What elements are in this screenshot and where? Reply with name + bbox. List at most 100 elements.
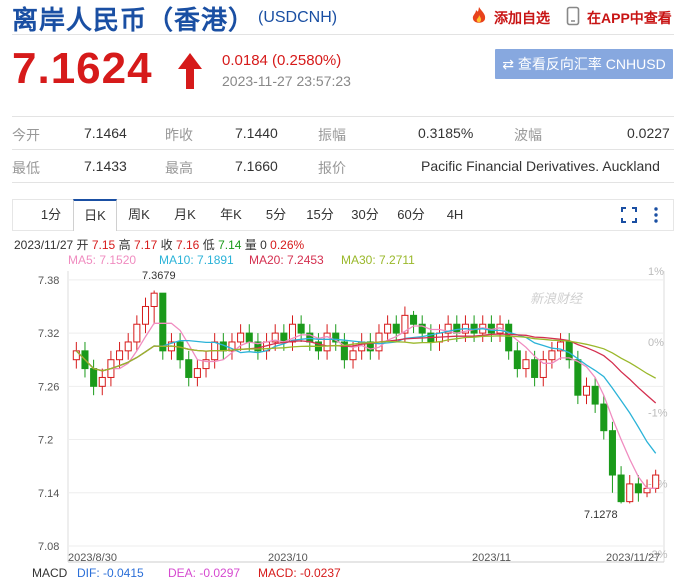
kline-pct: 0.26% — [270, 238, 305, 252]
candle-body — [582, 385, 591, 396]
max-price-label: 7.3679 — [142, 270, 176, 282]
candle-body — [150, 292, 158, 307]
wave-label: 波幅 — [514, 127, 542, 143]
candle-body — [634, 483, 642, 494]
stats-divider-mid — [12, 149, 674, 150]
flame-icon — [472, 7, 486, 23]
y-tick-label: 7.38 — [38, 275, 59, 287]
more-options-icon[interactable] — [653, 206, 659, 224]
candle-body — [176, 341, 184, 361]
candle-body — [185, 359, 193, 378]
kline-vol-label: 量 — [244, 238, 257, 252]
tab-60min[interactable]: 60分 — [391, 200, 431, 230]
candle-body — [349, 350, 357, 361]
candle-body — [237, 332, 245, 343]
candle-body — [522, 359, 530, 370]
min-price-label: 7.1278 — [584, 509, 618, 521]
candle-body — [513, 350, 521, 370]
tab-1min[interactable]: 1分 — [31, 200, 71, 230]
stats-divider-bottom — [12, 182, 674, 183]
tab-daily-k[interactable]: 日K — [73, 199, 117, 231]
pct-tick-label: -1% — [648, 408, 668, 420]
candle-body — [626, 483, 634, 503]
fullscreen-icon[interactable] — [621, 207, 637, 223]
quote-source-value: Pacific Financial Derivatives. Auckland — [421, 158, 660, 174]
swap-icon: ⇄ — [502, 56, 515, 72]
candle-body — [90, 368, 98, 387]
stats-divider-top — [12, 116, 674, 117]
candle-body — [392, 323, 400, 334]
high-value: 7.1660 — [235, 158, 278, 174]
kline-close-label: 收 — [160, 238, 173, 252]
low-value: 7.1433 — [84, 158, 127, 174]
candle-body — [652, 474, 660, 489]
tab-weekly-k[interactable]: 周K — [119, 200, 159, 230]
amplitude-value: 0.3185% — [418, 125, 474, 141]
candle-body — [116, 350, 124, 361]
reverse-rate-label: 查看反向汇率 CNHUSD — [517, 56, 666, 72]
candle-body — [608, 430, 616, 476]
wave-value: 0.0227 — [627, 125, 670, 141]
tab-monthly-k[interactable]: 月K — [165, 200, 205, 230]
macd-label: MACD — [32, 566, 68, 580]
page-title: 离岸人民币（香港） — [12, 5, 256, 35]
y-tick-label: 7.32 — [38, 328, 59, 340]
tab-5min[interactable]: 5分 — [257, 200, 295, 230]
reverse-rate-button[interactable]: ⇄ 查看反向汇率 CNHUSD — [495, 49, 673, 79]
candle-body — [591, 385, 599, 405]
tab-4h[interactable]: 4H — [437, 200, 473, 230]
kline-low-label: 低 — [202, 238, 215, 252]
y-tick-label: 7.2 — [38, 435, 53, 447]
y-tick-label: 7.14 — [38, 488, 59, 500]
tab-15min[interactable]: 15分 — [301, 200, 339, 230]
candle-body — [548, 350, 556, 361]
phone-icon — [566, 6, 580, 26]
pct-tick-label: 1% — [648, 266, 664, 278]
candle-body — [565, 341, 573, 361]
kline-vol: 0 — [260, 238, 267, 252]
candle-body — [643, 487, 651, 494]
candle-body — [600, 403, 608, 432]
kline-high: 7.17 — [133, 238, 158, 252]
tab-yearly-k[interactable]: 年K — [211, 200, 251, 230]
y-tick-label: 7.26 — [38, 381, 59, 393]
candle-body — [505, 323, 513, 352]
tab-30min[interactable]: 30分 — [345, 200, 385, 230]
symbol-code: (USDCNH) — [258, 9, 338, 26]
watermark: 新浪财经 — [530, 291, 584, 306]
candle-body — [98, 376, 106, 387]
period-tabs: 1分 日K 周K 月K 年K 5分 15分 30分 60分 4H — [12, 199, 674, 231]
candle-body — [193, 368, 201, 378]
candle-body — [159, 292, 167, 352]
kline-info: 2023/11/27 开 7.15 高 7.17 收 7.16 低 7.14 量… — [14, 236, 304, 253]
candle-body — [245, 332, 253, 343]
kline-open-label: 开 — [76, 238, 89, 252]
candle-body — [617, 474, 625, 503]
open-label: 今开 — [12, 127, 40, 143]
open-value: 7.1464 — [84, 125, 127, 141]
open-in-app-label: 在APP中查看 — [587, 10, 672, 26]
quote-source-label: 报价 — [318, 160, 346, 176]
kline-high-label: 高 — [118, 238, 131, 252]
x-tick-nov: 2023/11 — [472, 552, 511, 564]
kline-open: 7.15 — [91, 238, 116, 252]
price-change: 0.0184 (0.2580%) — [222, 52, 342, 69]
candlestick-chart[interactable]: 新浪财经 7.387.327.267.27.147.081%0%-1%-2%-3… — [0, 262, 685, 567]
macd-dea: DEA: -0.0297 — [168, 566, 241, 580]
macd-dif: DIF: -0.0415 — [77, 566, 144, 580]
header-divider — [12, 34, 674, 35]
candle-body — [531, 359, 539, 378]
candle-body — [384, 323, 392, 334]
macd-value: MACD: -0.0237 — [258, 566, 341, 580]
last-price: 7.1624 — [12, 44, 153, 93]
candle-body — [141, 305, 150, 325]
x-tick-start: 2023/8/30 — [68, 552, 117, 564]
candle-body — [323, 332, 331, 352]
kline-low: 7.14 — [218, 238, 242, 252]
x-tick-oct: 2023/10 — [268, 552, 308, 564]
add-watch-label: 添加自选 — [494, 10, 550, 26]
candle-body — [133, 323, 141, 343]
prev-close-value: 7.1440 — [235, 125, 278, 141]
x-tick-end: 2023/11/27 — [606, 552, 660, 564]
candle-body — [124, 341, 132, 352]
